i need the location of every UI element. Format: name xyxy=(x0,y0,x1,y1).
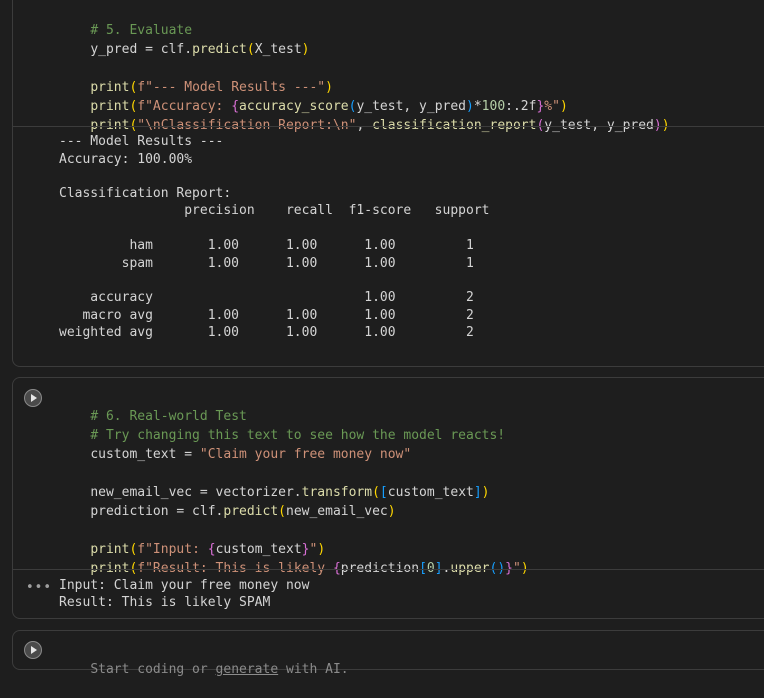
output-line: --- Model Results --- xyxy=(59,134,224,149)
placeholder-text: with AI. xyxy=(278,662,349,677)
code-cell-real-world-test[interactable]: # 6. Real-world Test # Try changing this… xyxy=(12,377,764,619)
placeholder-text: Start coding or xyxy=(90,662,216,677)
code-line[interactable]: prediction = clf.predict(new_email_vec) xyxy=(59,483,395,519)
output-line: spam 1.00 1.00 1.00 1 xyxy=(59,256,474,271)
output-line: Classification Report: xyxy=(59,186,232,201)
code-line-comment[interactable]: # 6. Real-world Test xyxy=(59,388,247,424)
output-line: macro avg 1.00 1.00 1.00 2 xyxy=(59,308,474,323)
code-line[interactable]: print(f"Input: {custom_text}") xyxy=(59,521,325,557)
output-line: precision recall f1-score support xyxy=(59,203,490,218)
code-line[interactable]: y_pred = clf.predict(X_test) xyxy=(59,21,309,57)
play-circle-icon[interactable] xyxy=(24,641,42,659)
cell-placeholder[interactable]: Start coding or generate with AI. xyxy=(59,641,348,677)
ellipsis-icon[interactable]: ••• xyxy=(26,580,52,595)
output-line: weighted avg 1.00 1.00 1.00 2 xyxy=(59,325,474,340)
code-line-comment[interactable]: # 5. Evaluate xyxy=(59,2,192,38)
code-line-comment[interactable]: # Try changing this text to see how the … xyxy=(59,407,505,443)
output-line: Accuracy: 100.00% xyxy=(59,152,193,167)
output-divider xyxy=(13,126,764,127)
code-line[interactable]: print("\nClassification Report:\n", clas… xyxy=(59,97,669,133)
code-line[interactable]: new_email_vec = vectorizer.transform([cu… xyxy=(59,464,489,500)
code-line[interactable]: print(f"Accuracy: {accuracy_score(y_test… xyxy=(59,78,567,114)
output-line: Input: Claim your free money now xyxy=(59,578,310,593)
generate-link[interactable]: generate xyxy=(216,662,279,677)
output-line: ham 1.00 1.00 1.00 1 xyxy=(59,238,474,253)
output-line: accuracy 1.00 2 xyxy=(59,290,474,305)
empty-code-cell[interactable]: Start coding or generate with AI. xyxy=(12,630,764,677)
play-circle-icon[interactable] xyxy=(24,389,42,407)
code-line[interactable]: print(f"--- Model Results ---") xyxy=(59,59,333,95)
output-divider xyxy=(13,569,764,570)
code-line[interactable]: custom_text = "Claim your free money now… xyxy=(59,426,411,462)
output-line: Result: This is likely SPAM xyxy=(59,595,271,610)
code-cell-evaluate[interactable]: # 5. Evaluate y_pred = clf.predict(X_tes… xyxy=(12,0,764,367)
code-line[interactable]: print(f"Result: This is likely {predicti… xyxy=(59,540,528,576)
